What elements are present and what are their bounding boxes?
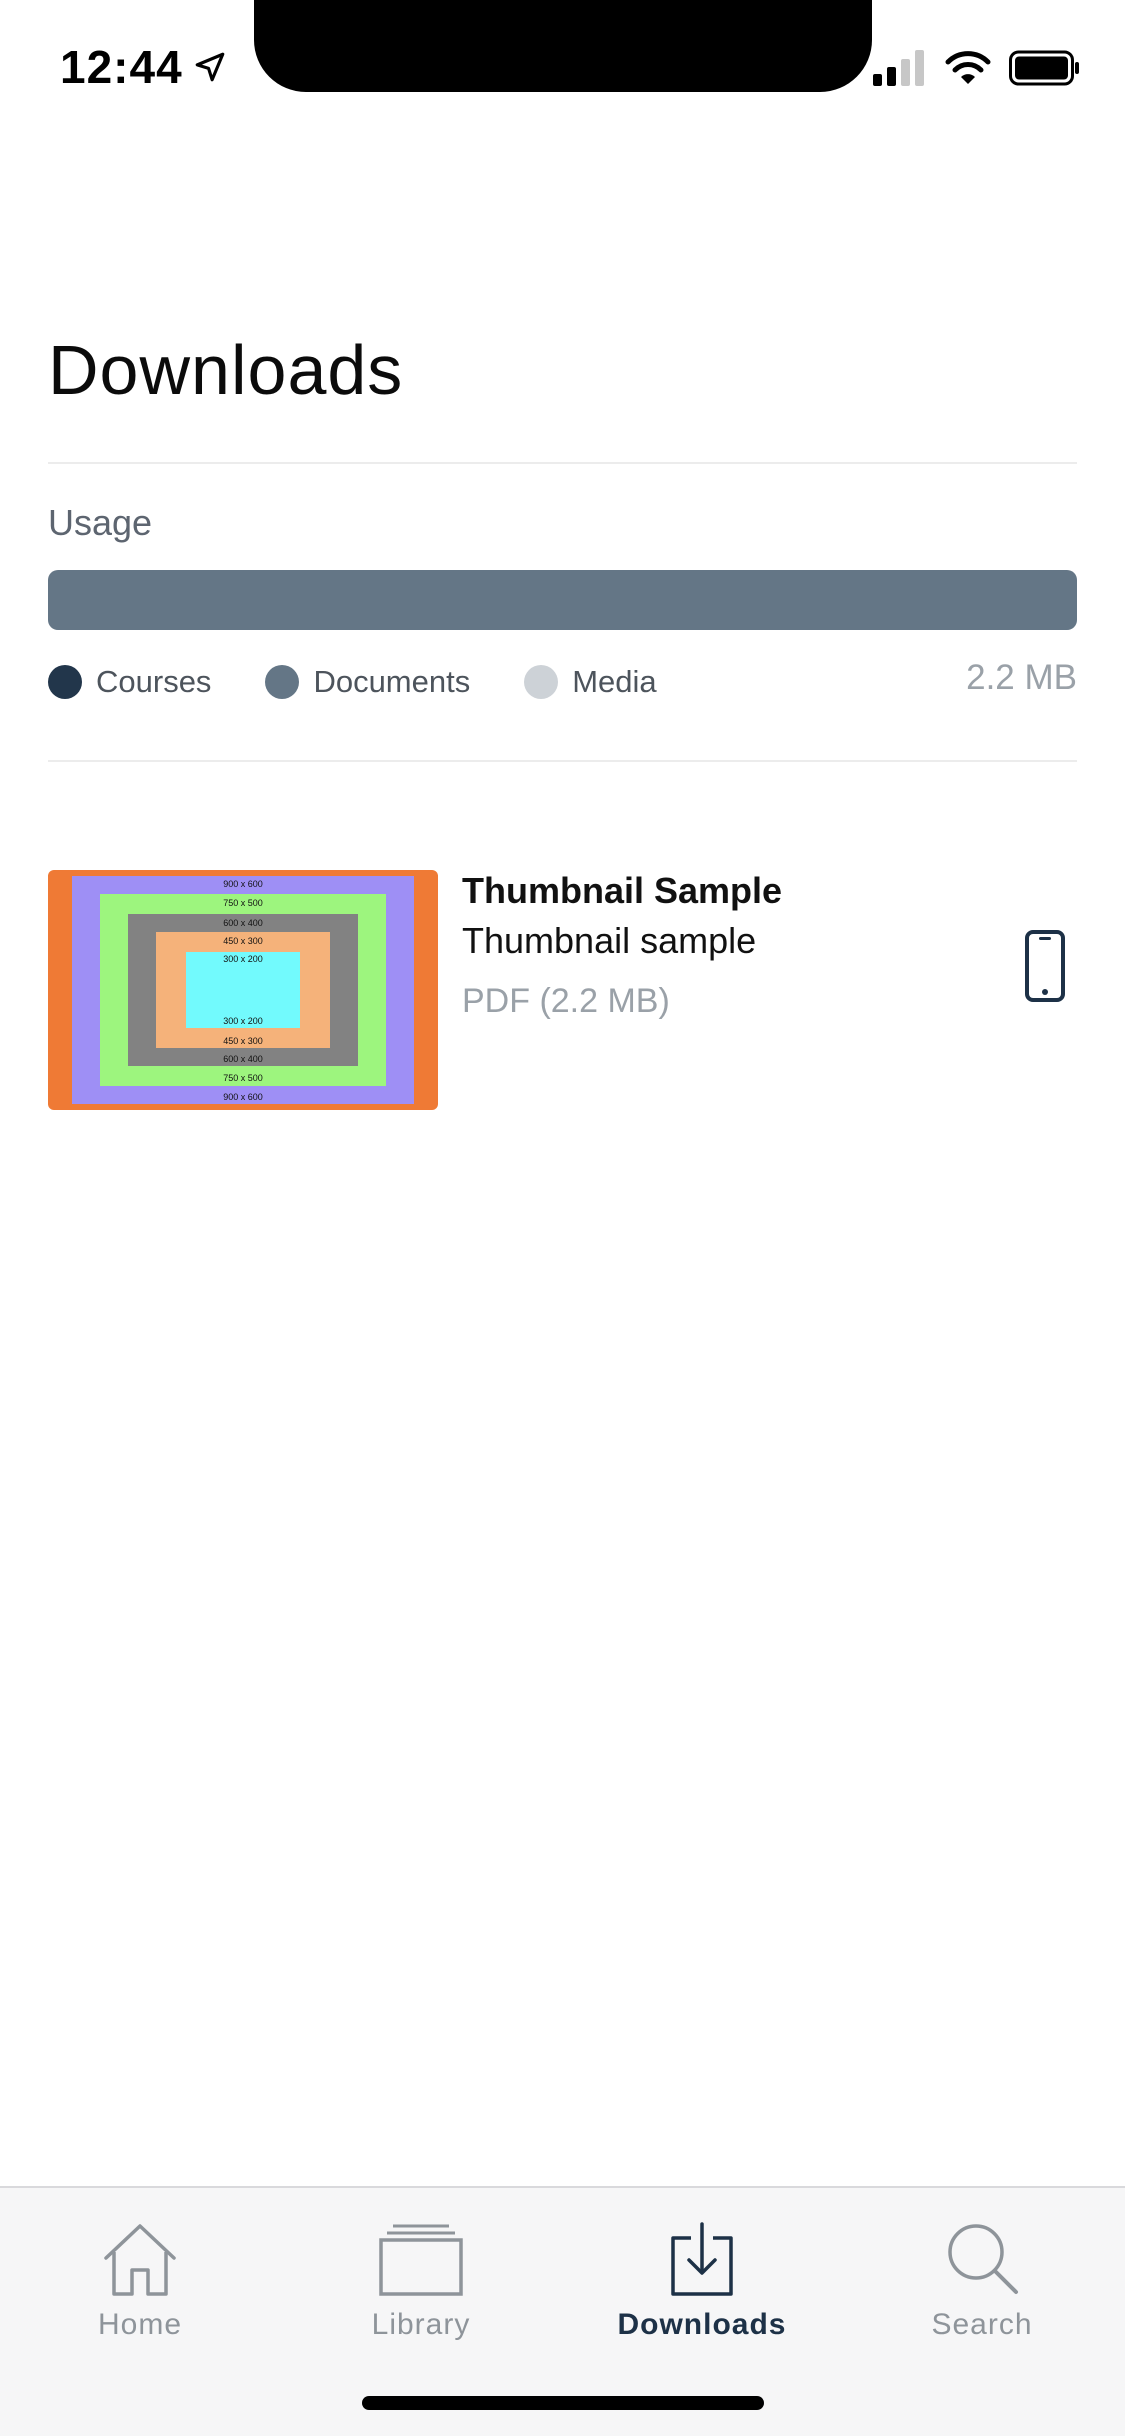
legend-item-documents: Documents — [265, 664, 470, 700]
library-icon — [379, 2224, 463, 2296]
legend-dot-media — [524, 665, 559, 699]
tab-downloads[interactable]: Downloads — [602, 2208, 802, 2342]
download-thumbnail: 900 x 600 750 x 500 600 x 400 450 x 300 … — [48, 870, 438, 1110]
header-divider — [48, 462, 1077, 464]
tab-home[interactable]: Home — [40, 2208, 240, 2342]
battery-icon — [1009, 50, 1079, 86]
thumb-label-bottom-300: 300 x 200 — [223, 1016, 263, 1026]
wifi-icon — [945, 51, 991, 84]
usage-bar — [48, 570, 1077, 630]
tab-library-label: Library — [371, 2308, 471, 2341]
tab-library[interactable]: Library — [321, 2208, 521, 2342]
usage-label: Usage — [48, 502, 153, 543]
status-time-text: 12:44 — [60, 41, 183, 93]
thumb-label-top-300: 300 x 200 — [223, 954, 263, 964]
downloads-screen: 12:44 Downloads Usage Courses Documents … — [0, 0, 1125, 2436]
usage-divider — [48, 760, 1077, 762]
thumb-label-bottom-600: 600 x 400 — [223, 1054, 263, 1064]
legend-label-courses: Courses — [96, 664, 212, 699]
thumb-label-bottom-750: 750 x 500 — [223, 1073, 263, 1083]
legend-item-media: Media — [524, 664, 657, 700]
usage-bar-fill — [48, 570, 1077, 630]
page-title: Downloads — [48, 331, 404, 409]
usage-legend: Courses Documents Media — [48, 664, 657, 700]
download-subtitle: Thumbnail sample — [462, 920, 757, 961]
status-indicators — [873, 50, 1081, 86]
device-notch — [254, 0, 872, 92]
downloads-icon — [671, 2222, 733, 2296]
thumb-label-top-900: 900 x 600 — [223, 879, 263, 889]
tab-search-label: Search — [931, 2308, 1033, 2341]
home-icon — [104, 2224, 176, 2296]
tab-home-label: Home — [97, 2308, 183, 2341]
thumb-label-bottom-900: 900 x 600 — [223, 1092, 263, 1102]
thumb-label-bottom-450: 450 x 300 — [223, 1036, 263, 1046]
thumb-label-top-450: 450 x 300 — [223, 936, 263, 946]
legend-label-documents: Documents — [313, 664, 471, 699]
thumb-label-top-600: 600 x 400 — [223, 918, 263, 928]
location-arrow-icon — [195, 52, 224, 82]
download-meta: PDF (2.2 MB) — [462, 982, 670, 1020]
legend-item-courses: Courses — [48, 664, 211, 700]
home-indicator[interactable] — [362, 2396, 764, 2410]
thumb-label-top-750: 750 x 500 — [223, 898, 263, 908]
tab-search[interactable]: Search — [882, 2208, 1082, 2342]
usage-total: 2.2 MB — [966, 658, 1077, 697]
phone-icon — [1025, 930, 1065, 1002]
legend-dot-courses — [48, 665, 82, 699]
legend-dot-documents — [265, 665, 300, 699]
legend-label-media: Media — [572, 664, 657, 699]
tab-downloads-label: Downloads — [617, 2308, 787, 2341]
thumbnail-image: 900 x 600 750 x 500 600 x 400 450 x 300 … — [48, 870, 438, 1110]
search-icon — [948, 2224, 1018, 2294]
download-title: Thumbnail Sample — [462, 870, 783, 911]
status-time: 12:44 — [60, 40, 227, 94]
download-item[interactable]: 900 x 600 750 x 500 600 x 400 450 x 300 … — [48, 870, 1077, 1112]
cellular-signal-icon — [873, 50, 924, 86]
device-storage-button[interactable] — [1025, 930, 1065, 1007]
